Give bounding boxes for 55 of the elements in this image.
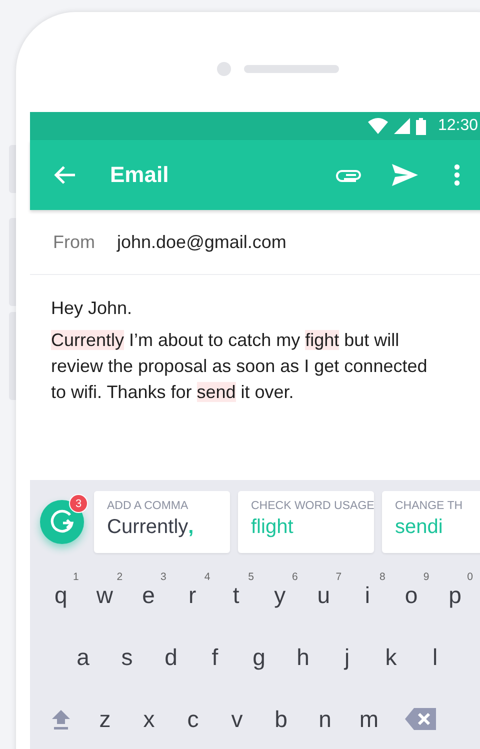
- more-menu-icon[interactable]: [454, 164, 460, 186]
- keyboard-key[interactable]: l: [413, 632, 457, 682]
- keyboard-key[interactable]: f: [193, 632, 237, 682]
- paperclip-icon[interactable]: [336, 168, 362, 182]
- key-hint: 5: [248, 571, 254, 583]
- keyboard-key[interactable]: b: [259, 694, 303, 744]
- email-greeting: Hey John.: [51, 297, 134, 320]
- key-hint: 3: [160, 571, 166, 583]
- key-hint: 4: [204, 571, 210, 583]
- g-logo-icon: [49, 509, 75, 535]
- key-hint: 6: [292, 571, 298, 583]
- signal-icon: [394, 118, 410, 134]
- from-label: From: [53, 232, 95, 252]
- key-hint: 0: [467, 571, 473, 583]
- keyboard-key[interactable]: w 2: [82, 570, 127, 620]
- key-hint: 1: [72, 571, 79, 583]
- battery-icon: [416, 118, 426, 134]
- keyboard-key[interactable]: z: [83, 694, 127, 744]
- key-hint: 7: [336, 571, 342, 583]
- keyboard-key[interactable]: a: [61, 632, 105, 682]
- keyboard-key[interactable]: m: [347, 694, 391, 744]
- keyboard-key[interactable]: j: [325, 632, 369, 682]
- suggestion-card[interactable]: ADD A COMMA Currently,: [94, 491, 230, 553]
- back-arrow-icon[interactable]: [54, 165, 76, 185]
- key-hint: 2: [116, 571, 123, 583]
- camera-dot: [217, 62, 231, 76]
- keyboard-key[interactable]: h: [281, 632, 325, 682]
- keyboard-key[interactable]: e 3: [126, 570, 170, 620]
- keyboard-key[interactable]: k: [369, 632, 413, 682]
- send-icon[interactable]: [392, 164, 418, 186]
- keyboard-key[interactable]: o 9: [389, 570, 434, 620]
- wifi-icon: [368, 118, 388, 134]
- count-badge: 3: [69, 494, 88, 513]
- email-paragraph: Currently I’m about to catch my fight but will review the proposal as soon as I get connected to wifi. Thanks for send it over.: [51, 329, 428, 404]
- keyboard-key[interactable]: i 8: [346, 570, 390, 620]
- keyboard-key[interactable]: t 5: [214, 570, 258, 620]
- assistant-button[interactable]: [40, 500, 84, 544]
- key-hint: 8: [380, 571, 386, 583]
- keyboard-key[interactable]: d: [149, 632, 193, 682]
- keyboard-key[interactable]: n: [303, 694, 347, 744]
- keyboard-key[interactable]: p 0: [433, 570, 477, 620]
- keyboard-key[interactable]: q 1: [39, 570, 83, 620]
- keyboard-key[interactable]: r 4: [170, 570, 214, 620]
- from-address: john.doe@gmail.com: [117, 232, 286, 252]
- keyboard-key[interactable]: g: [237, 632, 281, 682]
- status-time: 12:30: [438, 117, 478, 135]
- keyboard-key[interactable]: v: [215, 694, 259, 744]
- screen-title: Email: [110, 162, 170, 188]
- keyboard-key[interactable]: u 7: [302, 570, 346, 620]
- keyboard-key[interactable]: c: [171, 694, 215, 744]
- keyboard-key[interactable]: s: [105, 632, 149, 682]
- keyboard-key[interactable]: y 6: [258, 570, 302, 620]
- backspace-icon[interactable]: [405, 708, 437, 730]
- key-hint: 9: [423, 571, 430, 583]
- keyboard-key[interactable]: x: [127, 694, 171, 744]
